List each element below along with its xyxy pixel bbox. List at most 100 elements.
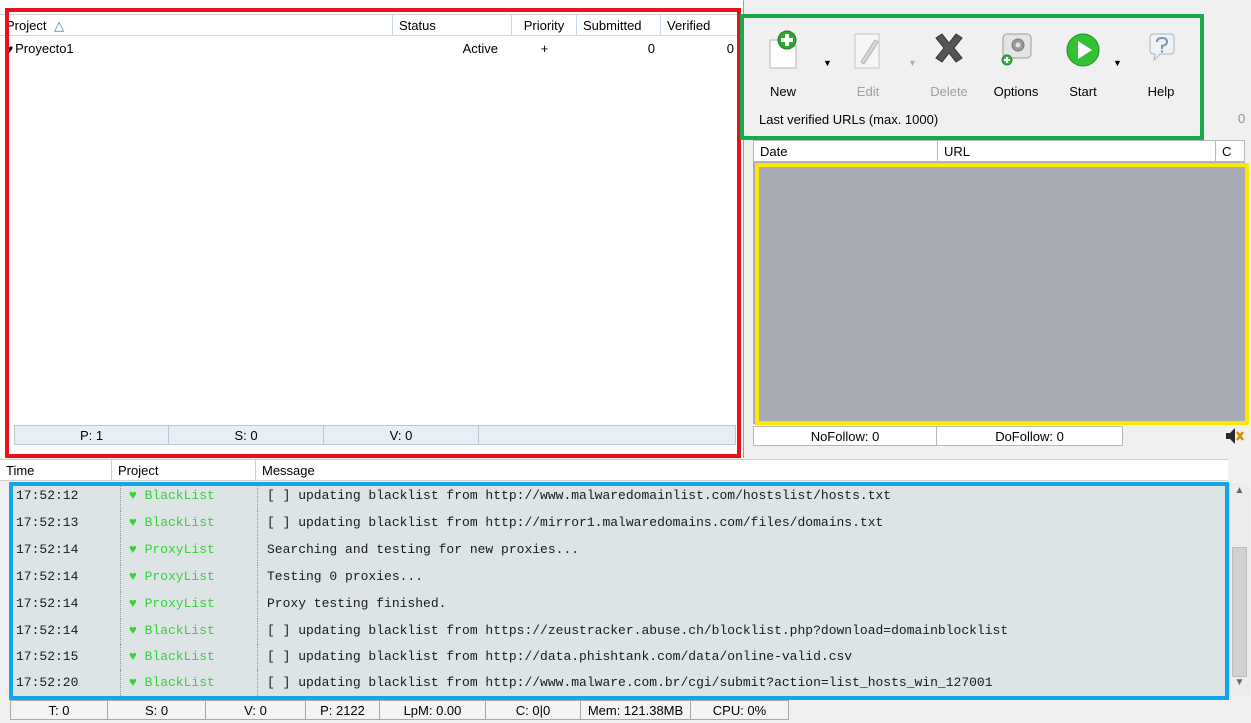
column-header-c[interactable]: C [1216, 141, 1244, 161]
status-lpm: LpM: 0.00 [380, 700, 486, 720]
log-project: ♥ BlackList [120, 670, 258, 696]
speaker-mute-icon[interactable] [1224, 426, 1244, 446]
log-time: 17:52:20 [16, 675, 79, 690]
log-row[interactable]: 17:52:20 ♥ BlackList [ ] updating blackl… [12, 670, 1227, 696]
project-row[interactable]: ♥ Proyecto1 Active + 0 0 [0, 39, 740, 58]
log-time: 17:52:14 [16, 623, 79, 638]
column-header-status[interactable]: Status [393, 15, 512, 35]
start-button-label: Start [1069, 84, 1097, 99]
log-table-header: Time Project Message [0, 459, 1228, 481]
project-panel: Project △ Status Priority Submitted Veri… [0, 0, 744, 458]
status-s: S: 0 [108, 700, 206, 720]
log-row[interactable]: 17:52:12 ♥ BlackList [ ] updating blackl… [12, 483, 1227, 509]
log-row[interactable]: 17:52:14 ♥ ProxyList Searching and testi… [12, 537, 1227, 563]
dofollow-count: DoFollow: 0 [995, 429, 1064, 444]
options-icon [1001, 33, 1032, 66]
nofollow-count: NoFollow: 0 [754, 427, 938, 445]
footer-empty-cell [479, 426, 735, 444]
log-message: [ ] updating blacklist from http://www.m… [267, 488, 892, 503]
delete-button-label: Delete [930, 84, 968, 99]
start-icon [1066, 33, 1100, 67]
log-time: 17:52:13 [16, 515, 79, 530]
log-project: ♥ ProxyList [120, 564, 258, 590]
log-message: [ ] updating blacklist from https://zeus… [267, 623, 1009, 638]
status-bar: T: 0 S: 0 V: 0 P: 2122 LpM: 0.00 C: 0|0 … [10, 700, 870, 723]
column-header-time[interactable]: Time [0, 460, 112, 480]
footer-verified-count: V: 0 [324, 426, 479, 444]
url-table-header: Date URL C [753, 140, 1245, 162]
project-name: Proyecto1 [15, 41, 74, 56]
log-project: ♥ ProxyList [120, 591, 258, 617]
status-mem: Mem: 121.38MB [581, 700, 691, 720]
log-row[interactable]: 17:52:15 ♥ BlackList [ ] updating blackl… [12, 644, 1227, 670]
log-row[interactable]: 17:52:13 ♥ BlackList [ ] updating blackl… [12, 510, 1227, 536]
edit-button-label: Edit [856, 84, 880, 99]
heart-icon: ♥ [6, 42, 14, 56]
footer-projects-count: P: 1 [15, 426, 169, 444]
delete-icon [935, 33, 963, 63]
project-status: Active [462, 41, 498, 56]
log-list[interactable]: 17:52:12 ♥ BlackList [ ] updating blackl… [12, 483, 1227, 697]
column-header-priority[interactable]: Priority [512, 15, 577, 35]
log-message: Searching and testing for new proxies... [267, 542, 580, 557]
scroll-up-arrow-icon[interactable]: ▲ [1230, 485, 1249, 503]
options-button-label: Options [993, 84, 1039, 99]
options-button[interactable]: Options [986, 26, 1046, 106]
log-row[interactable]: 17:52:14 ♥ BlackList [ ] updating blackl… [12, 618, 1227, 644]
status-c: C: 0|0 [486, 700, 581, 720]
project-footer: P: 1 S: 0 V: 0 [14, 425, 736, 445]
project-submitted: 0 [647, 41, 655, 56]
project-priority: + [540, 41, 549, 56]
scroll-down-arrow-icon[interactable]: ▼ [1230, 677, 1249, 695]
log-time: 17:52:14 [16, 542, 79, 557]
sort-ascending-icon: △ [54, 18, 65, 33]
column-header-log-project[interactable]: Project [112, 460, 256, 480]
last-verified-label: Last verified URLs (max. 1000) [759, 112, 939, 127]
new-dropdown-arrow-icon[interactable]: ▼ [823, 58, 832, 68]
project-table-header: Project △ Status Priority Submitted Veri… [0, 14, 740, 36]
last-verified-count: 0 [1238, 111, 1246, 126]
scrollbar-thumb[interactable] [1232, 547, 1247, 677]
log-message: Testing 0 proxies... [267, 569, 424, 584]
help-icon [1149, 33, 1175, 62]
log-time: 17:52:12 [16, 488, 79, 503]
edit-button[interactable]: Edit [838, 26, 898, 106]
log-message: Proxy testing finished. [267, 596, 447, 611]
start-dropdown-arrow-icon[interactable]: ▼ [1113, 58, 1122, 68]
column-header-project[interactable]: Project △ [0, 15, 393, 35]
project-verified: 0 [726, 41, 734, 56]
log-project: ♥ ProxyList [120, 537, 258, 563]
log-project: ♥ BlackList [120, 618, 258, 644]
status-cpu: CPU: 0% [691, 700, 789, 720]
log-project: ♥ BlackList [120, 510, 258, 536]
help-button[interactable]: Help [1131, 26, 1191, 106]
log-time: 17:52:15 [16, 649, 79, 664]
status-t: T: 0 [10, 700, 108, 720]
column-header-submitted[interactable]: Submitted [577, 15, 661, 35]
start-button[interactable]: Start [1053, 26, 1113, 106]
log-project: ♥ BlackList [120, 644, 258, 670]
log-message: [ ] updating blacklist from http://mirro… [267, 515, 884, 530]
new-button-label: New [769, 84, 796, 99]
url-footer: NoFollow: 0 DoFollow: 0 [753, 426, 1123, 446]
status-p: P: 2122 [306, 700, 380, 720]
column-header-message[interactable]: Message [256, 460, 1228, 480]
column-header-verified[interactable]: Verified [661, 15, 740, 35]
new-button[interactable]: New [753, 26, 813, 106]
new-icon [769, 30, 797, 69]
log-row[interactable]: 17:52:14 ♥ ProxyList Testing 0 proxies..… [12, 564, 1227, 590]
verified-urls-list[interactable] [753, 162, 1245, 424]
log-time: 17:52:14 [16, 596, 79, 611]
column-header-project-label: Project [6, 18, 47, 33]
log-scrollbar[interactable]: ▲ ▼ [1229, 483, 1249, 697]
delete-button[interactable]: Delete [919, 26, 979, 106]
footer-submitted-count: S: 0 [169, 426, 324, 444]
log-message: [ ] updating blacklist from http://www.m… [267, 675, 993, 690]
help-button-label: Help [1147, 84, 1175, 99]
column-header-date[interactable]: Date [754, 141, 938, 161]
project-name-cell: ♥ Proyecto1 [0, 39, 393, 58]
log-row[interactable]: 17:52:14 ♥ ProxyList Proxy testing finis… [12, 591, 1227, 617]
edit-dropdown-arrow-icon[interactable]: ▼ [908, 58, 917, 68]
column-header-url[interactable]: URL [938, 141, 1216, 161]
log-message: [ ] updating blacklist from http://data.… [267, 649, 853, 664]
